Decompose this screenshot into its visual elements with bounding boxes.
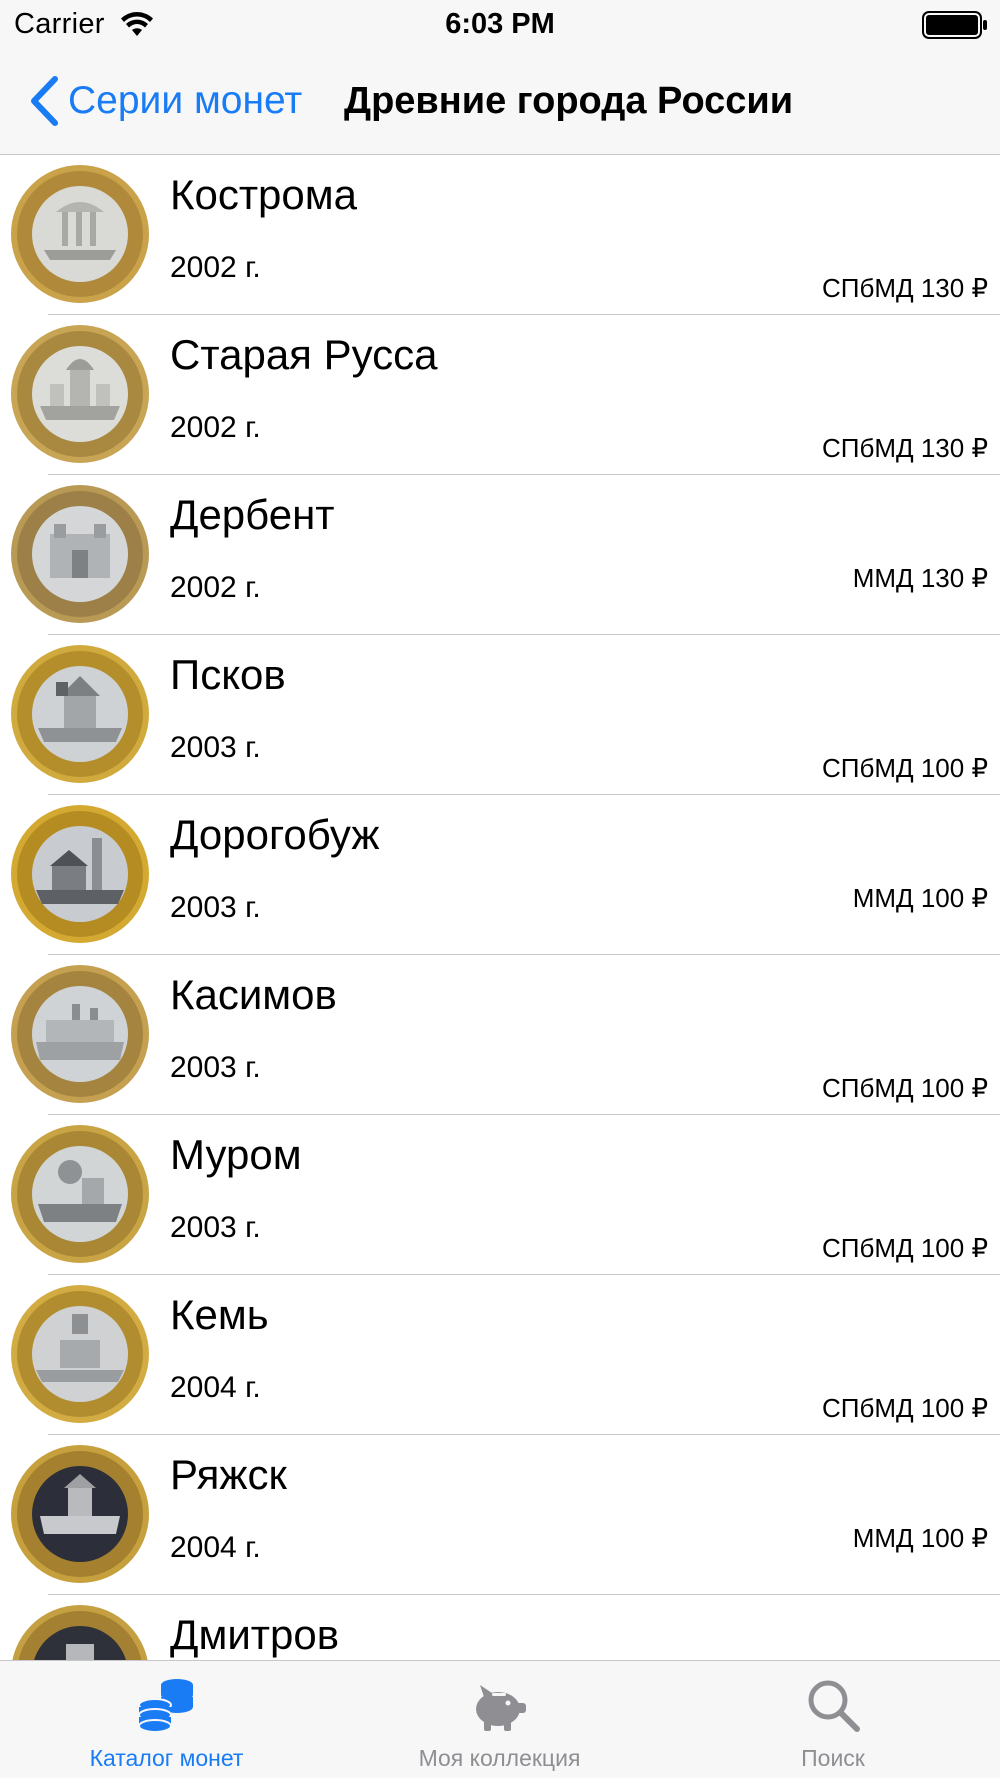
piggy-bank-icon (475, 1685, 526, 1731)
back-button[interactable]: Серии монет (28, 68, 302, 134)
page-title: Древние города России (344, 80, 794, 122)
coin-image-icon (12, 1605, 148, 1660)
coin-title: Ряжск (170, 1451, 287, 1498)
coin-title: Дорогобуж (170, 811, 380, 858)
coin-title: Дербент (170, 491, 335, 538)
coin-mint-price: СПбМД 100 ₽ (822, 1393, 988, 1423)
coin-year: 2003 г. (170, 1211, 261, 1244)
coin-mint-price: ММД 100 ₽ (852, 883, 988, 913)
coin-title: Дмитров (170, 1611, 340, 1658)
coin-image-icon (11, 325, 149, 463)
coin-year: 2002 г. (170, 571, 261, 604)
tab-label: Поиск (801, 1745, 865, 1771)
coin-image-icon (11, 1445, 149, 1583)
navigation-bar: Серии монет Древние города России (0, 50, 1000, 155)
coin-title: Касимов (170, 971, 337, 1018)
screen: Carrier 6:03 PM Серии монет Древние горо… (0, 0, 1000, 1778)
tab-coin-catalog[interactable]: Каталог монет (0, 1661, 333, 1778)
list-item[interactable]: Муром 2003 г. СПбМД 100 ₽ (0, 1115, 1000, 1275)
tab-label: Каталог монет (89, 1745, 244, 1771)
coin-title: Старая Русса (170, 331, 438, 378)
battery-icon (922, 11, 987, 39)
coin-image-icon (11, 1125, 149, 1263)
tab-my-collection[interactable]: Моя коллекция (333, 1661, 666, 1778)
tab-search[interactable]: Поиск (666, 1661, 1000, 1778)
coin-list[interactable]: Кострома 2002 г. СПбМД 130 ₽ Старая Русс… (0, 155, 1000, 1660)
coin-image-icon (11, 645, 149, 783)
list-item[interactable]: Ряжск 2004 г. ММД 100 ₽ (0, 1435, 1000, 1595)
coin-year: 2004 г. (170, 1371, 261, 1404)
coin-year: 2004 г. (170, 1531, 261, 1564)
coin-title: Муром (170, 1131, 302, 1178)
list-item[interactable]: Дербент 2002 г. ММД 130 ₽ (0, 475, 1000, 635)
coin-image-icon (11, 965, 149, 1103)
coin-year: 2003 г. (170, 1051, 261, 1084)
coin-mint-price: СПбМД 100 ₽ (822, 1233, 988, 1263)
list-item[interactable]: Касимов 2003 г. СПбМД 100 ₽ (0, 955, 1000, 1115)
coin-year: 2003 г. (170, 731, 261, 764)
list-item[interactable]: Кострома 2002 г. СПбМД 130 ₽ (0, 155, 1000, 315)
coin-mint-price: СПбМД 100 ₽ (822, 1073, 988, 1103)
list-item[interactable]: Псков 2003 г. СПбМД 100 ₽ (0, 635, 1000, 795)
back-button-label: Серии монет (68, 79, 303, 122)
coin-year: 2002 г. (170, 251, 261, 284)
coin-image-icon (11, 165, 149, 303)
list-item[interactable]: Кемь 2004 г. СПбМД 100 ₽ (0, 1275, 1000, 1435)
coin-mint-price: ММД 100 ₽ (852, 1523, 988, 1553)
coin-image-icon (11, 485, 149, 623)
coin-year: 2003 г. (170, 891, 261, 924)
tab-label: Моя коллекция (418, 1745, 581, 1771)
list-item[interactable]: Старая Русса 2002 г. СПбМД 130 ₽ (0, 315, 1000, 475)
status-time: 6:03 PM (445, 8, 555, 40)
coin-image-icon (11, 805, 149, 943)
coin-year: 2002 г. (170, 411, 261, 444)
search-icon (808, 1680, 860, 1732)
list-item[interactable]: Дмитров (0, 1595, 1000, 1660)
coin-mint-price: СПбМД 130 ₽ (822, 433, 988, 463)
chevron-left-icon (31, 76, 58, 126)
coin-image-icon (11, 1285, 149, 1423)
coin-mint-price: ММД 130 ₽ (852, 563, 988, 593)
coin-mint-price: СПбМД 130 ₽ (822, 273, 988, 303)
status-bar: Carrier 6:03 PM (0, 0, 1000, 50)
coin-title: Кемь (170, 1291, 269, 1338)
list-item[interactable]: Дорогобуж 2003 г. ММД 100 ₽ (0, 795, 1000, 955)
coins-stack-icon (137, 1679, 193, 1733)
tab-bar: Каталог монет Моя коллекция Поиск (0, 1660, 1000, 1778)
coin-title: Кострома (170, 171, 358, 218)
coin-mint-price: СПбМД 100 ₽ (822, 753, 988, 783)
coin-title: Псков (170, 651, 286, 698)
